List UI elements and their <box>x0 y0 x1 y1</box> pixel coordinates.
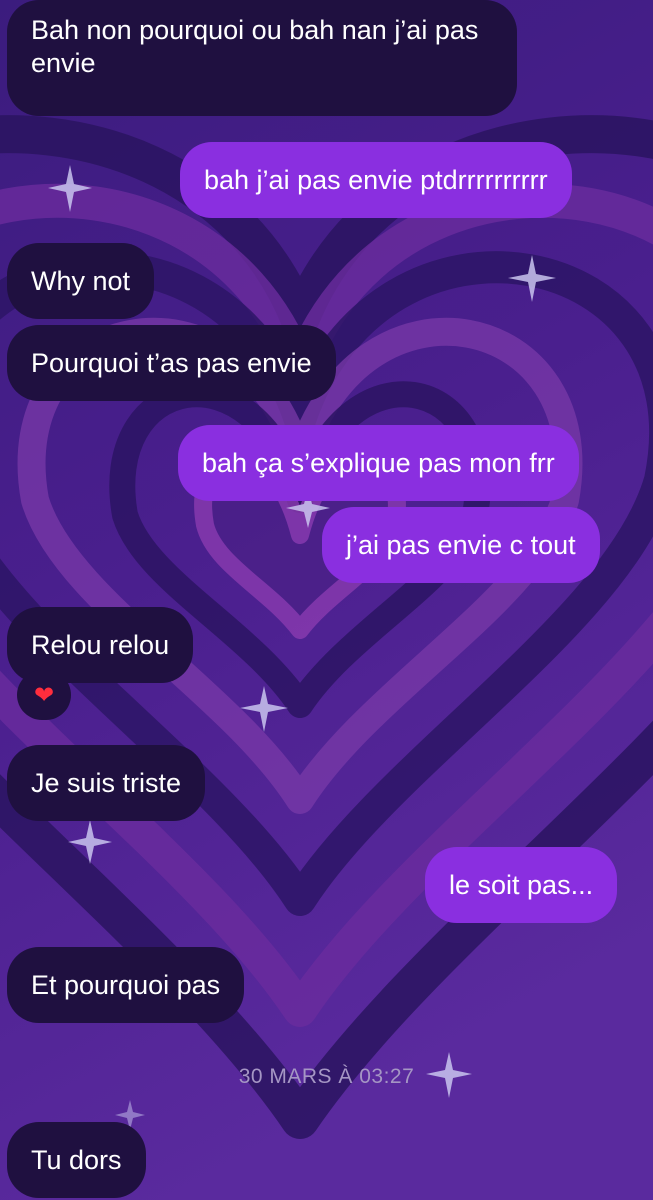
message-text: bah ça s’explique pas mon frr <box>202 447 555 478</box>
message-bubble-sent[interactable]: bah j’ai pas envie ptdrrrrrrrrrr <box>180 142 572 218</box>
message-text: Pourquoi t’as pas envie <box>31 347 312 378</box>
message-text: Tu dors <box>31 1144 122 1175</box>
message-bubble-received[interactable]: Why not <box>7 243 155 319</box>
message-bubble-received[interactable]: Je suis triste <box>7 745 206 821</box>
message-text: j’ai pas envie c tout <box>346 529 576 560</box>
heart-icon: ❤ <box>33 681 55 709</box>
message-text: Je suis triste <box>31 767 182 798</box>
message-text: Relou relou <box>31 629 170 660</box>
message-timestamp: 30 MARS À 03:27 <box>238 1065 415 1088</box>
message-text: Et pourquoi pas <box>31 969 221 1000</box>
message-bubble-received[interactable]: Bah non pourquoi ou bah nan j’ai pas env… <box>7 0 517 116</box>
message-bubble-sent[interactable]: bah ça s’explique pas mon frr <box>178 425 579 501</box>
message-text: Bah non pourquoi ou bah nan j’ai pas env… <box>31 15 479 78</box>
message-bubble-received[interactable]: Et pourquoi pas <box>7 947 245 1023</box>
message-bubble-received[interactable]: Tu dors <box>7 1122 146 1198</box>
message-bubble-sent[interactable]: le soit pas... <box>425 847 618 923</box>
message-text: le soit pas... <box>449 869 594 900</box>
message-text: Why not <box>31 265 131 296</box>
message-bubble-received[interactable]: Pourquoi t’as pas envie <box>7 325 336 401</box>
heart-reaction[interactable]: ❤ <box>17 670 71 720</box>
message-text: bah j’ai pas envie ptdrrrrrrrrrr <box>204 164 548 195</box>
message-bubble-sent[interactable]: j’ai pas envie c tout <box>322 507 600 583</box>
